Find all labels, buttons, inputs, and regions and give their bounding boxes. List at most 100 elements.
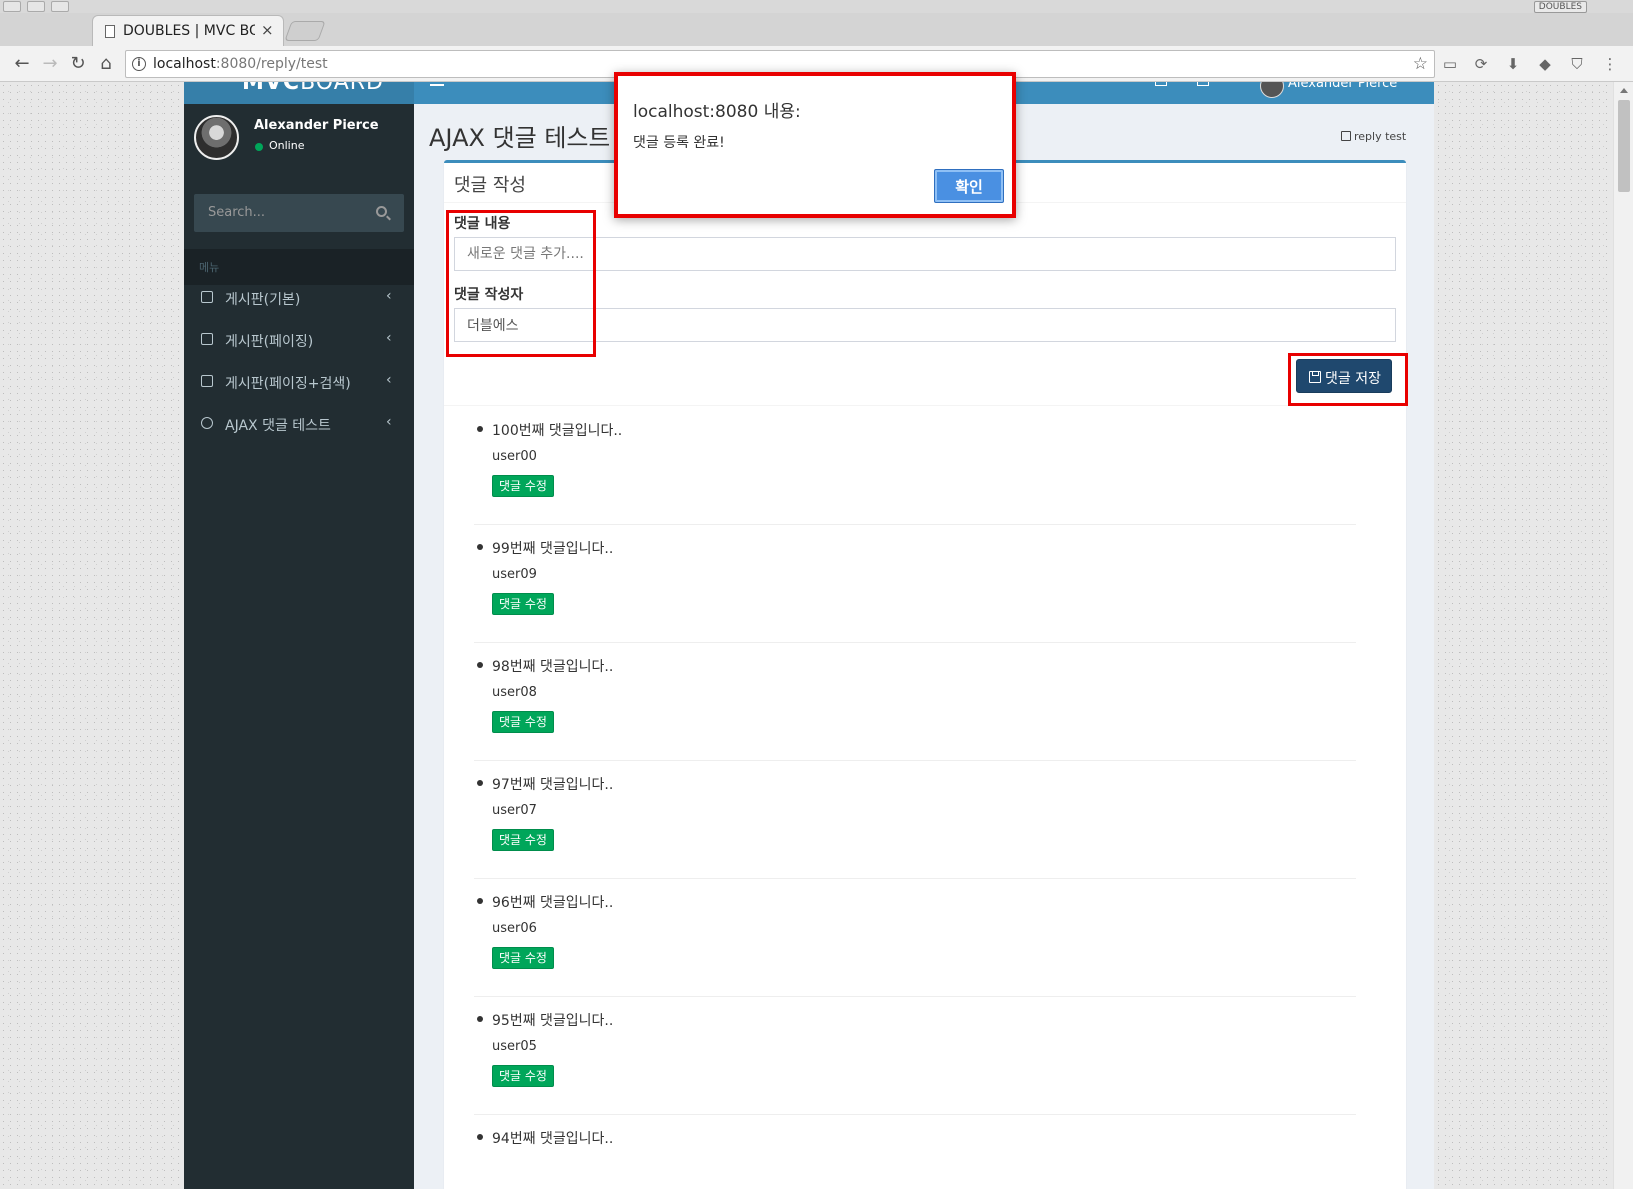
window-maximize-icon[interactable] [51, 1, 69, 12]
new-tab-button[interactable] [284, 21, 326, 41]
edit-icon [201, 375, 213, 387]
sidebar-item-ajax-reply[interactable]: AJAX 댓글 테스트 ‹ [184, 403, 414, 445]
back-arrow-icon[interactable]: ← [10, 52, 34, 76]
sidebar-search-input[interactable]: Search... [194, 194, 404, 232]
online-status: Online [269, 139, 305, 152]
reply-writer: user09 [492, 567, 537, 582]
list-item: 96번째 댓글입니다.. user06 댓글 수정 [474, 879, 1356, 997]
download-icon[interactable]: ⬇ [1503, 54, 1523, 74]
ok-button[interactable]: 확인 [934, 169, 1004, 203]
reply-text-input[interactable] [454, 237, 1396, 271]
logo[interactable]: MVCBOARD [184, 82, 414, 104]
url-text[interactable]: localhost:8080/reply/test [153, 56, 328, 72]
menu-dots-icon[interactable]: ⋮ [1600, 54, 1620, 74]
logo-text: MVCBOARD [242, 82, 384, 95]
reply-writer: user00 [492, 449, 537, 464]
window-title-strip: DOUBLES [0, 0, 1633, 13]
info-icon[interactable]: i [132, 57, 146, 71]
sidebar-item-label: 게시판(페이징+검색) [225, 376, 351, 392]
floppy-icon [1309, 371, 1321, 383]
home-icon[interactable]: ⌂ [94, 52, 118, 76]
dialog-message: 댓글 등록 완료! [633, 135, 725, 151]
user-name: Alexander Pierce [254, 118, 379, 133]
bullet-icon [477, 1134, 483, 1140]
sidebar: Alexander Pierce Online Search... 메뉴 게시판… [184, 104, 414, 1189]
chevron-left-icon: ‹ [386, 330, 392, 346]
list-item: 98번째 댓글입니다.. user08 댓글 수정 [474, 643, 1356, 761]
extension-icon[interactable]: ◆ [1535, 54, 1555, 74]
edit-icon [201, 291, 213, 303]
reply-writer: user07 [492, 803, 537, 818]
edit-reply-button[interactable]: 댓글 수정 [492, 1065, 554, 1087]
scroll-thumb[interactable] [1618, 100, 1630, 192]
alert-dialog: localhost:8080 내용: 댓글 등록 완료! 확인 [614, 72, 1016, 218]
edit-reply-button[interactable]: 댓글 수정 [492, 711, 554, 733]
edit-reply-button[interactable]: 댓글 수정 [492, 829, 554, 851]
tab-title: DOUBLES | MVC BOARD [123, 23, 255, 39]
nav-user-name[interactable]: Alexander Pierce [1288, 82, 1397, 91]
edit-reply-button[interactable]: 댓글 수정 [492, 475, 554, 497]
sync-icon[interactable]: ⟳ [1471, 54, 1491, 74]
page-scrollbar[interactable] [1613, 82, 1633, 1189]
reload-icon[interactable]: ↻ [66, 52, 90, 76]
bullet-icon [477, 780, 483, 786]
list-item: 99번째 댓글입니다.. user09 댓글 수정 [474, 525, 1356, 643]
bookmark-star-icon[interactable]: ☆ [1413, 54, 1428, 74]
messages-icon[interactable] [1155, 82, 1167, 86]
reply-writer-label: 댓글 작성자 [454, 287, 524, 303]
sidebar-item-board-basic[interactable]: 게시판(기본) ‹ [184, 277, 414, 319]
extension-icon[interactable]: ▭ [1440, 54, 1460, 74]
edit-icon [1341, 131, 1351, 141]
reply-text-label: 댓글 내용 [454, 216, 511, 232]
bullet-icon [477, 544, 483, 550]
edit-reply-button[interactable]: 댓글 수정 [492, 593, 554, 615]
content-wrapper: AJAX 댓글 테스트 페이지 reply test 댓글 작성 댓글 내용 댓… [414, 104, 1434, 1189]
reply-text: 95번째 댓글입니다.. [492, 1013, 614, 1029]
avatar [194, 115, 239, 160]
user-panel: Alexander Pierce Online [184, 104, 414, 176]
page-viewport: MVCBOARD Alexander Pierce Alexander Pier… [0, 82, 1633, 1189]
bullet-icon [477, 426, 483, 432]
list-item: 94번째 댓글입니다.. [474, 1115, 1356, 1189]
sidebar-item-board-paging-search[interactable]: 게시판(페이징+검색) ‹ [184, 361, 414, 403]
sidebar-toggle-icon[interactable] [430, 84, 444, 86]
list-item: 95번째 댓글입니다.. user05 댓글 수정 [474, 997, 1356, 1115]
reply-writer: user08 [492, 685, 537, 700]
window-close-icon[interactable] [3, 1, 21, 12]
scroll-up-icon[interactable] [1620, 88, 1628, 93]
profile-badge[interactable]: DOUBLES [1533, 1, 1587, 13]
page-title: AJAX 댓글 테스트 페이지 [429, 124, 609, 152]
dialog-title: localhost:8080 내용: [633, 102, 801, 122]
reply-box: 댓글 작성 댓글 내용 댓글 작성자 댓글 저장 100번째 댓글입니다.. u… [444, 160, 1406, 1189]
sidebar-item-label: 게시판(페이징) [225, 334, 314, 350]
chevron-left-icon: ‹ [386, 414, 392, 430]
reply-writer-input[interactable] [454, 308, 1396, 342]
tab-bar: DOUBLES | MVC BOARD × [0, 13, 1633, 46]
search-placeholder: Search... [208, 205, 266, 220]
sidebar-item-label: AJAX 댓글 테스트 [225, 418, 331, 434]
sidebar-item-label: 게시판(기본) [225, 292, 301, 308]
browser-chrome: DOUBLES DOUBLES | MVC BOARD × ← → ↻ ⌂ i … [0, 0, 1633, 82]
shield-icon[interactable]: ⛉ [1567, 54, 1587, 74]
edit-icon [201, 333, 213, 345]
edit-reply-button[interactable]: 댓글 수정 [492, 947, 554, 969]
tab-close-icon[interactable]: × [261, 21, 274, 39]
breadcrumb[interactable]: reply test [1341, 130, 1406, 143]
bullet-icon [477, 898, 483, 904]
reply-text: 98번째 댓글입니다.. [492, 659, 614, 675]
browser-tab[interactable]: DOUBLES | MVC BOARD × [92, 15, 284, 46]
window-minimize-icon[interactable] [27, 1, 45, 12]
nav-avatar[interactable] [1260, 82, 1284, 98]
save-reply-label: 댓글 저장 [1325, 371, 1381, 387]
notifications-icon[interactable] [1197, 82, 1209, 86]
chevron-left-icon: ‹ [386, 372, 392, 388]
list-item: 100번째 댓글입니다.. user00 댓글 수정 [474, 407, 1356, 525]
sidebar-item-board-paging[interactable]: 게시판(페이징) ‹ [184, 319, 414, 361]
reply-text: 100번째 댓글입니다.. [492, 423, 623, 439]
forward-arrow-icon[interactable]: → [38, 52, 62, 76]
search-icon[interactable] [376, 206, 387, 217]
save-reply-button[interactable]: 댓글 저장 [1296, 359, 1392, 393]
check-circle-icon [201, 417, 213, 429]
reply-text: 97번째 댓글입니다.. [492, 777, 614, 793]
reply-text: 99번째 댓글입니다.. [492, 541, 614, 557]
